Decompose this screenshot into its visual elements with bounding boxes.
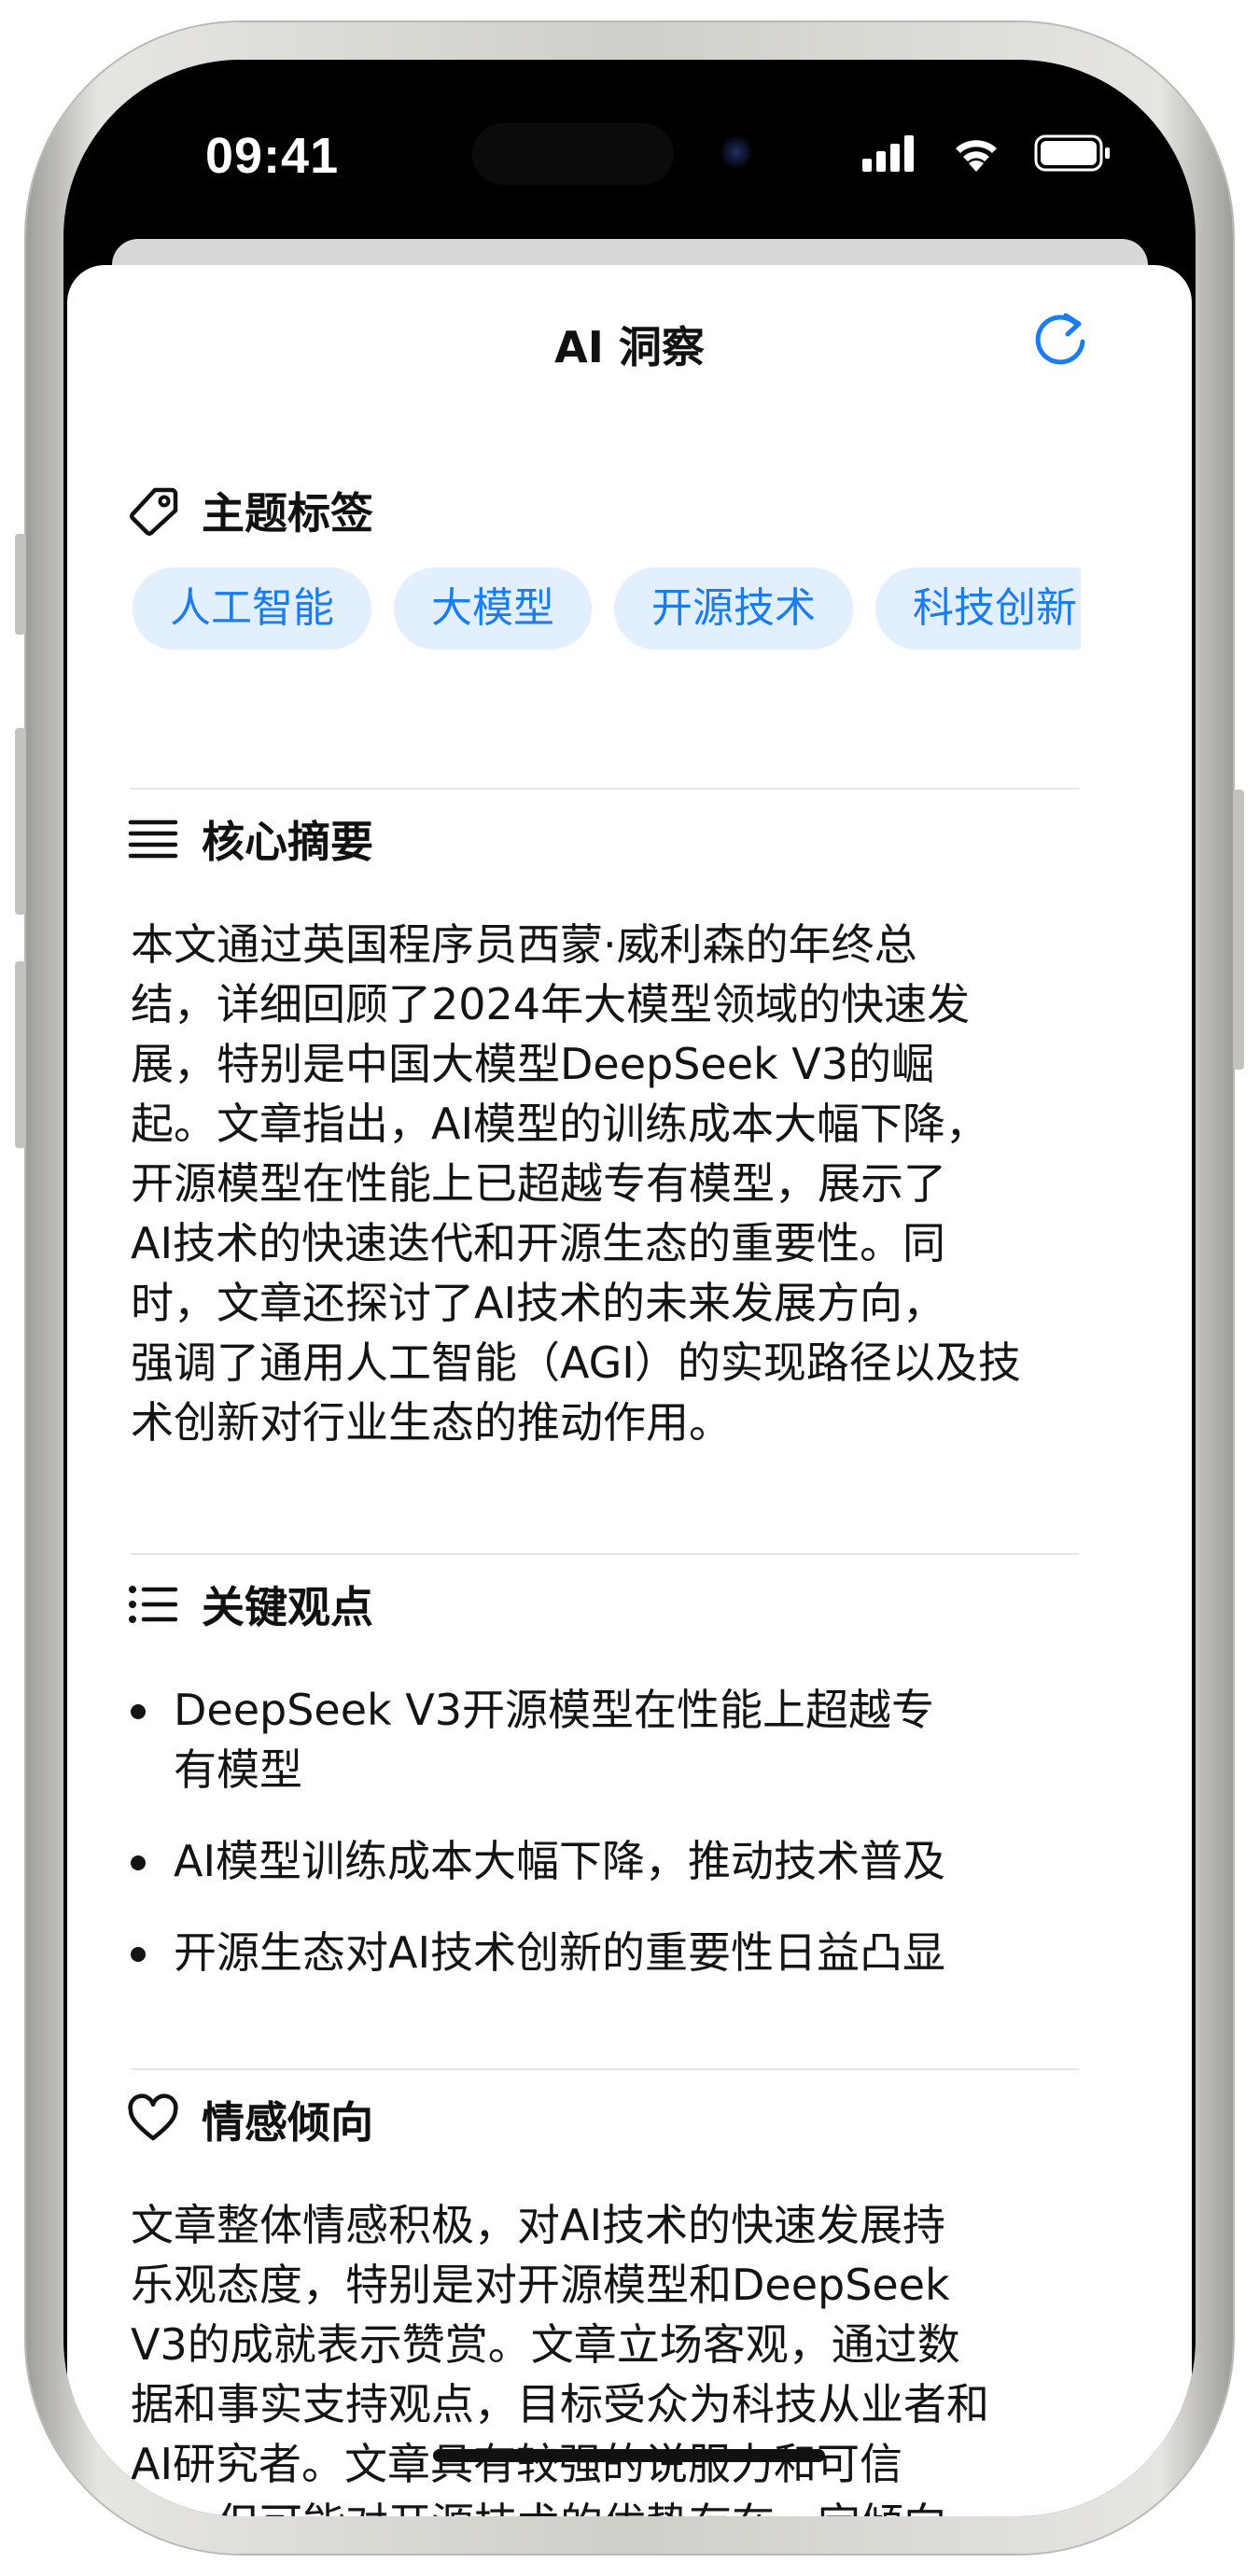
- heart-icon: [127, 2093, 179, 2146]
- summary-line: 时，文章还探讨了AI技术的未来发展方向，: [131, 1278, 946, 1328]
- summary-section-title: 核心摘要: [202, 817, 373, 867]
- text-lines-icon: [127, 813, 179, 865]
- summary-line: 术创新对行业生态的推动作用。: [131, 1397, 732, 1448]
- sentiment-line: 乐观态度，特别是对开源模型和DeepSeek: [131, 2260, 950, 2310]
- volume-up-button: [15, 728, 26, 915]
- screen: 09:41 AI 洞察 主题标签 人工智能 大模型 开源技术 科技创新 核心摘要…: [63, 60, 1196, 2516]
- summary-line: 结，详细回顾了2024年大模型领域的快速发: [131, 979, 971, 1029]
- divider: [131, 2068, 1079, 2070]
- tag-chip[interactable]: 科技创新: [875, 567, 1081, 650]
- status-icons: [862, 133, 1161, 179]
- tag-chip[interactable]: 人工智能: [133, 567, 371, 650]
- list-item: DeepSeek V3开源模型在性能上超越专 有模型: [131, 1680, 1092, 1799]
- sentiment-line: 据和事实支持观点，目标受众为科技从业者和: [131, 2379, 989, 2429]
- volume-down-button: [15, 961, 26, 1148]
- divider: [131, 1553, 1079, 1555]
- summary-section-header: 核心摘要: [127, 808, 373, 870]
- list-item: AI模型训练成本大幅下降，推动技术普及: [131, 1831, 1092, 1891]
- summary-line: 展，特别是中国大模型DeepSeek V3的崛: [131, 1039, 935, 1089]
- sentiment-line: AI研究者。文章具有较强的说服力和可信: [131, 2439, 903, 2489]
- summary-text: 本文通过英国程序员西蒙·威利森的年终总 结，详细回顾了2024年大模型领域的快速…: [131, 915, 1092, 1452]
- sentiment-text: 文章整体情感积极，对AI技术的快速发展持 乐观态度，特别是对开源模型和DeepS…: [131, 2195, 1092, 2516]
- summary-line: 本文通过英国程序员西蒙·威利森的年终总: [131, 919, 917, 970]
- divider: [131, 788, 1079, 790]
- sentiment-line: 度，但可能对开源技术的优势存在一定倾向。: [131, 2494, 1092, 2516]
- home-indicator[interactable]: [433, 2449, 825, 2462]
- camera: [720, 136, 752, 168]
- bullet-dot: [131, 1855, 146, 1870]
- tags-section-title: 主题标签: [202, 488, 373, 539]
- key-points-section-title: 关键观点: [202, 1582, 373, 1632]
- power-button: [1233, 790, 1244, 1070]
- sentiment-section-header: 情感倾向: [127, 2089, 373, 2150]
- list-item: 开源生态对AI技术创新的重要性日益凸显: [131, 1923, 1092, 1982]
- summary-line: AI技术的快速迭代和开源生态的重要性。同: [131, 1218, 946, 1268]
- summary-line: 起。文章指出，AI模型的训练成本大幅下降，: [131, 1099, 989, 1149]
- dynamic-island: [472, 123, 674, 185]
- bulleted-list-icon: [127, 1578, 179, 1631]
- list-item-line: DeepSeek V3开源模型在性能上超越专: [174, 1685, 935, 1735]
- wifi-icon: [956, 140, 997, 172]
- sentiment-line: V3的成就表示赞赏。文章立场客观，通过数: [131, 2319, 960, 2370]
- battery-icon: [1034, 134, 1110, 172]
- status-time: 09:41: [205, 128, 340, 184]
- sentiment-line: 文章整体情感积极，对AI技术的快速发展持: [131, 2200, 946, 2250]
- sentiment-section-title: 情感倾向: [202, 2097, 373, 2148]
- summary-line: 开源模型在性能上已超越专有模型，展示了: [131, 1158, 946, 1209]
- page-title: AI 洞察: [554, 322, 705, 372]
- summary-line: 强调了通用人工智能（AGI）的实现路径以及技: [131, 1337, 1021, 1388]
- action-button: [15, 534, 26, 635]
- bullet-dot: [131, 1947, 146, 1962]
- key-points-list: DeepSeek V3开源模型在性能上超越专 有模型 AI模型训练成本大幅下降，…: [131, 1680, 1092, 2014]
- list-item-line: 开源生态对AI技术创新的重要性日益凸显: [174, 1927, 946, 1978]
- key-points-section-header: 关键观点: [127, 1574, 373, 1635]
- refresh-icon: [1035, 313, 1085, 365]
- refresh-button[interactable]: [1030, 308, 1090, 368]
- tag-chip[interactable]: 大模型: [394, 567, 592, 650]
- tag-list: 人工智能 大模型 开源技术 科技创新: [133, 567, 1081, 653]
- bullet-dot: [131, 1704, 146, 1719]
- insight-sheet: AI 洞察 主题标签 人工智能 大模型 开源技术 科技创新 核心摘要 本文通过英…: [67, 265, 1192, 2516]
- tags-section-header: 主题标签: [127, 480, 373, 541]
- list-item-line: 有模型: [174, 1744, 302, 1795]
- cellular-signal-icon: [862, 135, 914, 172]
- tag-icon: [127, 484, 179, 537]
- tag-chip[interactable]: 开源技术: [614, 567, 853, 650]
- list-item-line: AI模型训练成本大幅下降，推动技术普及: [174, 1836, 946, 1886]
